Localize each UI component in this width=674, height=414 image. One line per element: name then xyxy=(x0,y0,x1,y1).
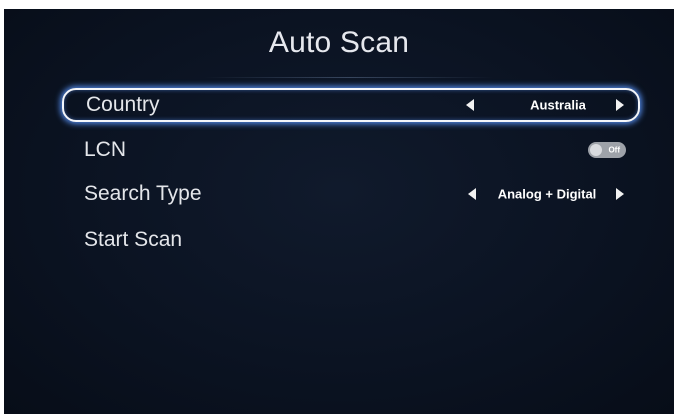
lcn-row[interactable]: LCN Off xyxy=(62,133,640,167)
country-label: Country xyxy=(86,93,160,116)
arrow-right-icon[interactable] xyxy=(616,99,624,111)
toggle-knob xyxy=(590,144,602,156)
page-title: Auto Scan xyxy=(268,26,410,59)
search-type-value: Analog + Digital xyxy=(497,186,597,202)
title-divider xyxy=(204,77,494,78)
country-row[interactable]: Country Australia xyxy=(62,88,640,122)
tv-screen: Auto Scan Country Australia LCN Off Sear… xyxy=(4,9,674,414)
start-scan-label: Start Scan xyxy=(84,228,183,251)
search-type-label: Search Type xyxy=(84,182,202,205)
search-type-row[interactable]: Search Type Analog + Digital xyxy=(62,177,640,211)
toggle-off-text: Off xyxy=(608,145,620,155)
start-scan-row[interactable]: Start Scan xyxy=(62,223,640,257)
arrow-right-icon[interactable] xyxy=(616,188,624,200)
country-value: Australia xyxy=(530,97,586,113)
arrow-left-icon[interactable] xyxy=(468,188,476,200)
lcn-label: LCN xyxy=(84,138,127,161)
lcn-toggle[interactable]: Off xyxy=(588,142,626,158)
arrow-left-icon[interactable] xyxy=(466,99,474,111)
